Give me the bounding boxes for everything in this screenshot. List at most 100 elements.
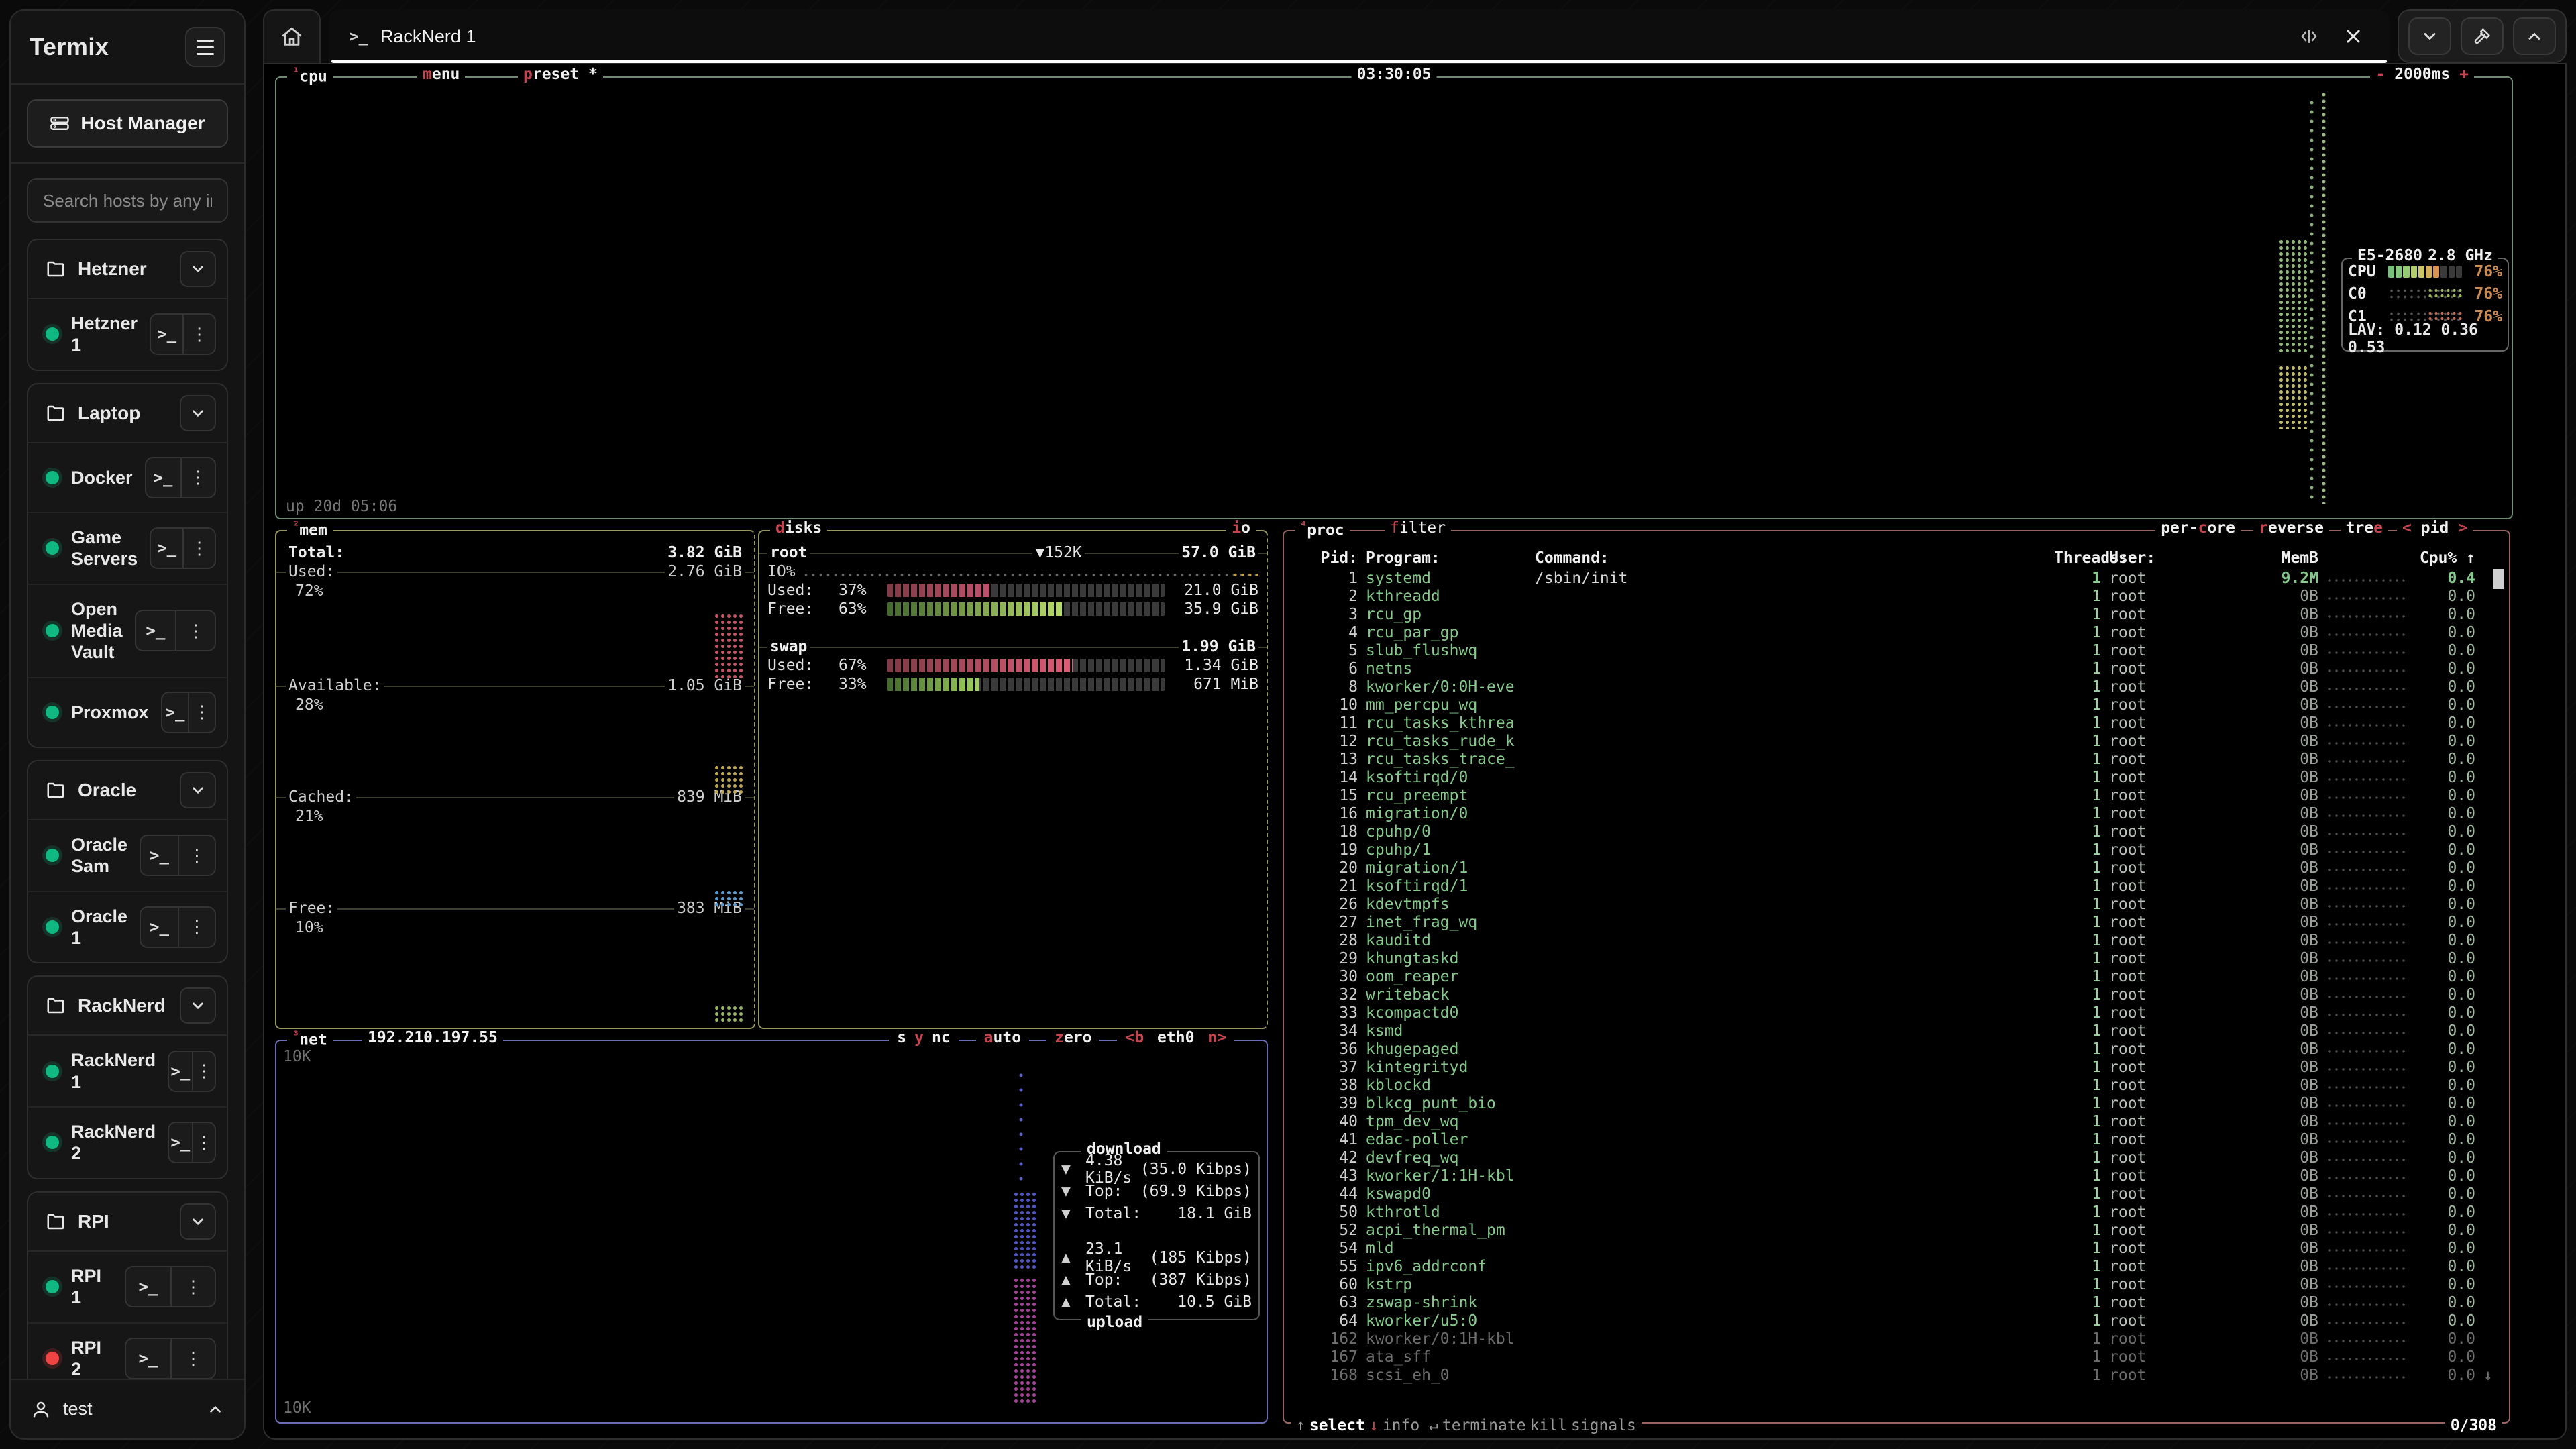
process-row[interactable]: 32 writeback 1 root 0B 0.0 [1284, 985, 2509, 1004]
proc-filter-button[interactable]: filter [1385, 519, 1451, 537]
process-row[interactable]: 43 kworker/1:1H-kbl 1 root 0B 0.0 [1284, 1167, 2509, 1185]
process-row[interactable]: 16 migration/0 1 root 0B 0.0 [1284, 804, 2509, 822]
host-terminal-button[interactable]: >_ [126, 1339, 170, 1378]
panel-up-button[interactable] [2513, 17, 2556, 55]
host-group-header[interactable]: Laptop [28, 384, 227, 442]
proc-reverse-button[interactable]: reverse [2253, 519, 2329, 537]
host-group-header[interactable]: Oracle [28, 761, 227, 819]
terminate-action[interactable]: terminate [1442, 1417, 1526, 1434]
group-collapse-button[interactable] [180, 987, 216, 1024]
host-menu-button[interactable]: ⋮ [178, 908, 215, 947]
process-row[interactable]: 33 kcompactd0 1 root 0B 0.0 [1284, 1004, 2509, 1022]
net-interface-switcher[interactable]: <b eth0 n> [1117, 1029, 1234, 1046]
process-row[interactable]: 41 edac-poller 1 root 0B 0.0 [1284, 1130, 2509, 1148]
host-terminal-button[interactable]: >_ [146, 458, 180, 497]
process-row[interactable]: 26 kdevtmpfs 1 root 0B 0.0 [1284, 895, 2509, 913]
process-row[interactable]: 42 devfreq_wq 1 root 0B 0.0 [1284, 1148, 2509, 1167]
host-terminal-button[interactable]: >_ [169, 1052, 191, 1091]
host-menu-button[interactable]: ⋮ [175, 611, 215, 650]
process-row[interactable]: 8 kworker/0:0H-eve 1 root 0B 0.0 [1284, 678, 2509, 696]
process-row[interactable]: 28 kauditd 1 root 0B 0.0 [1284, 931, 2509, 949]
host-row[interactable]: Open Media Vault >_ ⋮ [28, 584, 227, 677]
cpu-preset-button[interactable]: preset * [518, 66, 603, 83]
group-collapse-button[interactable] [180, 772, 216, 808]
process-row[interactable]: 1 systemd /sbin/init 1 root 9.2M 0.4 [1284, 569, 2509, 587]
process-row[interactable]: 60 kstrp 1 root 0B 0.0 [1284, 1275, 2509, 1293]
host-row[interactable]: RPI 1 >_ ⋮ [28, 1252, 227, 1322]
process-row[interactable]: 20 migration/1 1 root 0B 0.0 [1284, 859, 2509, 877]
host-row[interactable]: RackNerd 1 >_ ⋮ [28, 1036, 227, 1106]
process-row[interactable]: 50 kthrotld 1 root 0B 0.0 [1284, 1203, 2509, 1221]
process-row[interactable]: 40 tpm_dev_wq 1 root 0B 0.0 [1284, 1112, 2509, 1130]
host-row[interactable]: Game Servers >_ ⋮ [28, 512, 227, 584]
host-terminal-button[interactable]: >_ [141, 908, 178, 947]
host-menu-button[interactable]: ⋮ [178, 836, 215, 875]
host-menu-button[interactable]: ⋮ [192, 1123, 215, 1162]
process-row[interactable]: 36 khugepaged 1 root 0B 0.0 [1284, 1040, 2509, 1058]
proc-tree-button[interactable]: tree [2341, 519, 2388, 537]
host-menu-button[interactable]: ⋮ [188, 693, 215, 732]
user-menu[interactable]: test [11, 1379, 244, 1438]
process-row[interactable]: 3 rcu_gp 1 root 0B 0.0 [1284, 605, 2509, 623]
process-row[interactable]: 27 inet_frag_wq 1 root 0B 0.0 [1284, 913, 2509, 931]
process-row[interactable]: 19 cpuhp/1 1 root 0B 0.0 [1284, 841, 2509, 859]
process-row[interactable]: 52 acpi_thermal_pm 1 root 0B 0.0 [1284, 1221, 2509, 1239]
process-row[interactable]: 18 cpuhp/0 1 root 0B 0.0 [1284, 822, 2509, 841]
host-terminal-button[interactable]: >_ [151, 315, 182, 354]
process-row[interactable]: 13 rcu_tasks_trace_ 1 root 0B 0.0 [1284, 750, 2509, 768]
search-input[interactable] [27, 178, 228, 223]
process-row[interactable]: 38 kblockd 1 root 0B 0.0 [1284, 1076, 2509, 1094]
process-row[interactable]: 55 ipv6_addrconf 1 root 0B 0.0 [1284, 1257, 2509, 1275]
process-row[interactable]: 167 ata_sff 1 root 0B 0.0 [1284, 1348, 2509, 1366]
process-row[interactable]: 12 rcu_tasks_rude_k 1 root 0B 0.0 [1284, 732, 2509, 750]
process-row[interactable]: 37 kintegrityd 1 root 0B 0.0 [1284, 1058, 2509, 1076]
host-menu-button[interactable]: ⋮ [180, 458, 215, 497]
proc-percore-button[interactable]: per-core [2155, 519, 2241, 537]
panel-down-button[interactable] [2408, 17, 2451, 55]
net-sync-button[interactable]: sync [889, 1029, 958, 1046]
host-row[interactable]: RackNerd 2 >_ ⋮ [28, 1106, 227, 1178]
signals-action[interactable]: signals [1571, 1417, 1636, 1434]
process-row[interactable]: 5 slub_flushwq 1 root 0B 0.0 [1284, 641, 2509, 659]
cpu-menu-button[interactable]: menu [417, 66, 465, 83]
process-row[interactable]: 39 blkcg_punt_bio 1 root 0B 0.0 [1284, 1094, 2509, 1112]
net-zero-button[interactable]: zero [1046, 1029, 1099, 1046]
terminal-view[interactable]: ¹cpu menu preset * 03:30:05 - 2000ms + E… [263, 63, 2567, 1440]
process-row[interactable]: 15 rcu_preempt 1 root 0B 0.0 [1284, 786, 2509, 804]
tab-racknerd-1[interactable]: >_ RackNerd 1 [329, 9, 2390, 63]
kill-action[interactable]: kill [1530, 1417, 1567, 1434]
process-row[interactable]: 162 kworker/0:1H-kbl 1 root 0B 0.0 [1284, 1330, 2509, 1348]
host-group-header[interactable]: Hetzner [28, 240, 227, 298]
host-menu-button[interactable]: ⋮ [170, 1267, 215, 1306]
process-row[interactable]: 14 ksoftirqd/0 1 root 0B 0.0 [1284, 768, 2509, 786]
group-collapse-button[interactable] [180, 1203, 216, 1240]
group-collapse-button[interactable] [180, 395, 216, 431]
process-row[interactable]: 11 rcu_tasks_kthrea 1 root 0B 0.0 [1284, 714, 2509, 732]
host-menu-button[interactable]: ⋮ [182, 529, 215, 568]
host-manager-button[interactable]: Host Manager [27, 99, 228, 148]
process-row[interactable]: 54 mld 1 root 0B 0.0 [1284, 1239, 2509, 1257]
process-row[interactable]: 10 mm_percpu_wq 1 root 0B 0.0 [1284, 696, 2509, 714]
process-columns-header[interactable]: Pid: Program: Command: Threads: User: Me… [1284, 549, 2509, 567]
info-action[interactable]: info ↵ [1383, 1417, 1438, 1434]
host-group-header[interactable]: RPI [28, 1193, 227, 1250]
host-menu-button[interactable]: ⋮ [170, 1339, 215, 1378]
tools-button[interactable] [2461, 17, 2504, 55]
home-button[interactable] [263, 9, 321, 63]
split-pane-button[interactable] [2293, 20, 2325, 52]
host-terminal-button[interactable]: >_ [162, 693, 189, 732]
host-terminal-button[interactable]: >_ [141, 836, 178, 875]
disks-io-toggle[interactable]: io [1226, 519, 1256, 537]
close-tab-button[interactable] [2337, 20, 2369, 52]
proc-sort-switcher[interactable]: < pid > [2397, 519, 2473, 537]
net-auto-button[interactable]: auto [976, 1029, 1029, 1046]
host-row[interactable]: Oracle 1 >_ ⋮ [28, 891, 227, 963]
process-row[interactable]: 64 kworker/u5:0 1 root 0B 0.0 [1284, 1311, 2509, 1330]
host-row[interactable]: Oracle Sam >_ ⋮ [28, 820, 227, 891]
process-row[interactable]: 44 kswapd0 1 root 0B 0.0 [1284, 1185, 2509, 1203]
process-row[interactable]: 168 scsi_eh_0 1 root 0B 0.0 ↓ [1284, 1366, 2509, 1384]
host-terminal-button[interactable]: >_ [169, 1123, 191, 1162]
host-group-header[interactable]: RackNerd [28, 977, 227, 1034]
host-menu-button[interactable]: ⋮ [182, 315, 215, 354]
process-row[interactable]: 6 netns 1 root 0B 0.0 [1284, 659, 2509, 678]
